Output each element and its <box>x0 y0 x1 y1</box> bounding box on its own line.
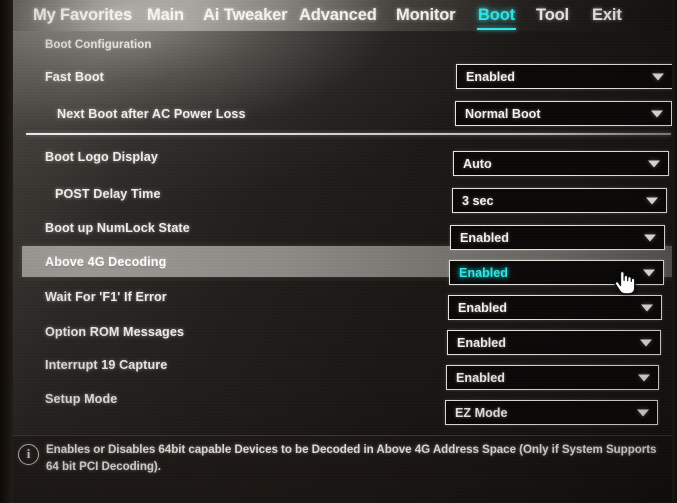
dropdown-value-option-rom-messages: Enabled <box>457 335 506 350</box>
dropdown-value-interrupt-19-capture: Enabled <box>456 370 505 385</box>
tab-main[interactable]: Main <box>147 7 184 26</box>
tab-tool[interactable]: Tool <box>536 7 569 26</box>
setting-label-fast-boot: Fast Boot <box>45 69 104 84</box>
chevron-down-icon[interactable] <box>641 304 653 311</box>
dropdown-value-fast-boot: Enabled <box>466 69 515 84</box>
chevron-down-icon[interactable] <box>652 73 664 80</box>
setting-label-boot-up-numlock-state: Boot up NumLock State <box>45 220 190 235</box>
chevron-down-icon[interactable] <box>638 374 650 381</box>
dropdown-interrupt-19-capture[interactable]: Enabled <box>446 365 659 390</box>
chevron-down-icon[interactable] <box>644 234 656 241</box>
chevron-down-icon[interactable] <box>640 339 652 346</box>
dropdown-boot-logo-display[interactable]: Auto <box>453 151 669 176</box>
chevron-down-icon[interactable] <box>643 269 655 276</box>
setting-label-setup-mode: Setup Mode <box>45 391 118 406</box>
dropdown-option-rom-messages[interactable]: Enabled <box>447 330 661 355</box>
dropdown-value-next-boot-after-ac-power-loss: Normal Boot <box>465 106 541 121</box>
top-menu-bar: My Favorites Main Ai Tweaker Advanced Monito… <box>0 0 677 31</box>
chevron-down-icon[interactable] <box>651 110 663 117</box>
chevron-down-icon[interactable] <box>646 197 658 204</box>
dropdown-wait-for-f1-if-error[interactable]: Enabled <box>448 295 662 320</box>
dropdown-next-boot-after-ac-power-loss[interactable]: Normal Boot <box>455 101 672 126</box>
dropdown-boot-up-numlock-state[interactable]: Enabled <box>450 225 665 250</box>
dropdown-post-delay-time[interactable]: 3 sec <box>452 188 667 213</box>
setting-label-boot-logo-display: Boot Logo Display <box>45 149 158 164</box>
group-separator <box>26 133 671 135</box>
setting-label-interrupt-19-capture: Interrupt 19 Capture <box>45 357 168 372</box>
setting-label-option-rom-messages: Option ROM Messages <box>45 324 185 339</box>
dropdown-value-above-4g-decoding: Enabled <box>459 265 508 280</box>
dropdown-fast-boot[interactable]: Enabled <box>456 64 673 89</box>
dropdown-value-setup-mode: EZ Mode <box>455 405 508 420</box>
setting-label-wait-for-f1-if-error: Wait For 'F1' If Error <box>45 289 167 304</box>
tab-list: My Favorites Main Ai Tweaker Advanced Monito… <box>0 0 677 31</box>
setting-label-above-4g-decoding: Above 4G Decoding <box>45 254 167 269</box>
dropdown-value-wait-for-f1-if-error: Enabled <box>458 300 507 315</box>
chevron-down-icon[interactable] <box>637 409 649 416</box>
dropdown-setup-mode[interactable]: EZ Mode <box>445 400 658 425</box>
chevron-down-icon[interactable] <box>648 160 660 167</box>
settings-panel: Boot Configuration Fast Boot Enabled Next … <box>0 31 677 435</box>
tab-boot[interactable]: Boot <box>477 7 516 29</box>
dropdown-value-post-delay-time: 3 sec <box>462 193 494 208</box>
tab-ai-tweaker[interactable]: Ai Tweaker <box>203 7 288 26</box>
section-title-boot-configuration: Boot Configuration <box>45 39 152 51</box>
dropdown-value-boot-logo-display: Auto <box>463 156 492 171</box>
dropdown-value-boot-up-numlock-state: Enabled <box>460 230 509 245</box>
help-description-text: Enables or Disables 64bit capable Device… <box>46 443 657 473</box>
setting-label-next-boot-after-ac-power-loss: Next Boot after AC Power Loss <box>57 106 246 121</box>
dropdown-above-4g-decoding[interactable]: Enabled <box>449 260 664 285</box>
help-bar: i Enables or Disables 64bit capable Devi… <box>0 435 677 503</box>
tab-exit[interactable]: Exit <box>592 7 622 26</box>
bios-setup-screen: My Favorites Main Ai Tweaker Advanced Monito… <box>0 0 677 503</box>
info-icon: i <box>18 444 39 465</box>
tab-monitor[interactable]: Monitor <box>396 7 456 26</box>
tab-my-favorites[interactable]: My Favorites <box>33 7 132 26</box>
tab-advanced[interactable]: Advanced <box>299 7 377 26</box>
setting-label-post-delay-time: POST Delay Time <box>55 186 161 201</box>
